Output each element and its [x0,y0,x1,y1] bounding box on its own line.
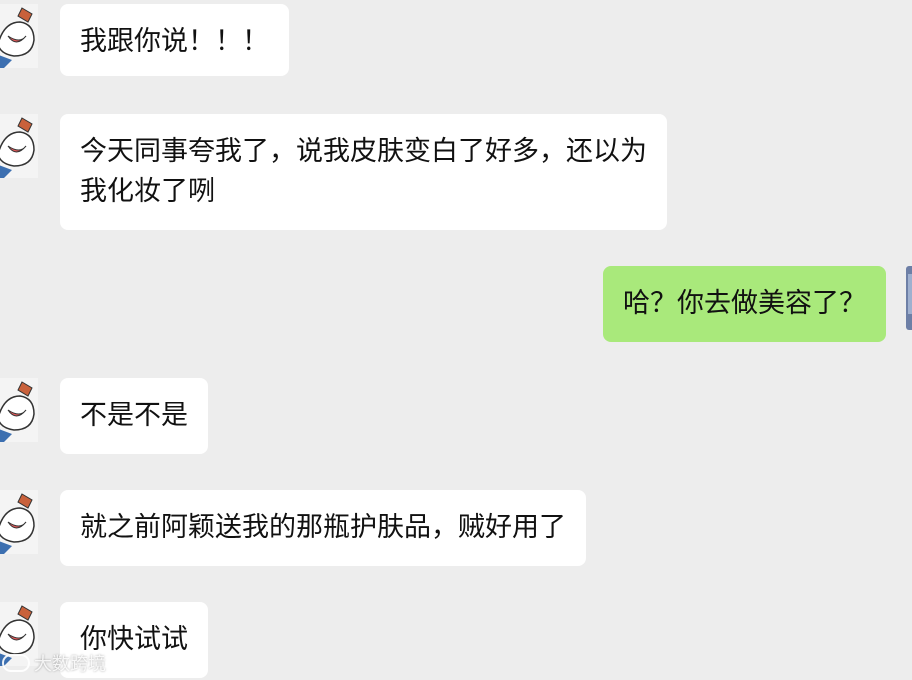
message-row: 我跟你说！！！ [0,4,912,76]
watermark: 大数跨境 [2,650,106,676]
watermark-text: 大数跨境 [34,654,106,675]
watermark-logo-icon [2,654,30,672]
message-text-line: 我化妆了咧 [80,176,215,207]
message-bubble-incoming[interactable]: 不是不是 [60,378,208,454]
message-row: 哈？你去做美容了？ [0,266,912,342]
message-bubble-incoming[interactable]: 就之前阿颖送我的那瓶护肤品，贼好用了 [60,490,586,566]
user-avatar[interactable] [906,266,912,330]
contact-avatar[interactable] [0,490,38,554]
message-text: 不是不是 [80,400,188,431]
message-text: 我跟你说！！！ [80,26,269,57]
contact-avatar[interactable] [0,114,38,178]
message-row: 今天同事夸我了，说我皮肤变白了好多，还以为 我化妆了咧 [0,114,912,230]
message-text: 就之前阿颖送我的那瓶护肤品，贼好用了 [80,512,566,543]
contact-avatar[interactable] [0,378,38,442]
message-row: 就之前阿颖送我的那瓶护肤品，贼好用了 [0,490,912,566]
message-bubble-outgoing[interactable]: 哈？你去做美容了？ [603,266,886,342]
message-bubble-incoming[interactable]: 今天同事夸我了，说我皮肤变白了好多，还以为 我化妆了咧 [60,114,667,230]
message-row: 不是不是 [0,378,912,454]
message-row: 你快试试 [0,602,912,678]
message-text-line: 今天同事夸我了，说我皮肤变白了好多，还以为 [80,136,647,167]
message-bubble-incoming[interactable]: 我跟你说！！！ [60,4,289,76]
message-text: 哈？你去做美容了？ [623,288,866,319]
contact-avatar[interactable] [0,4,38,68]
